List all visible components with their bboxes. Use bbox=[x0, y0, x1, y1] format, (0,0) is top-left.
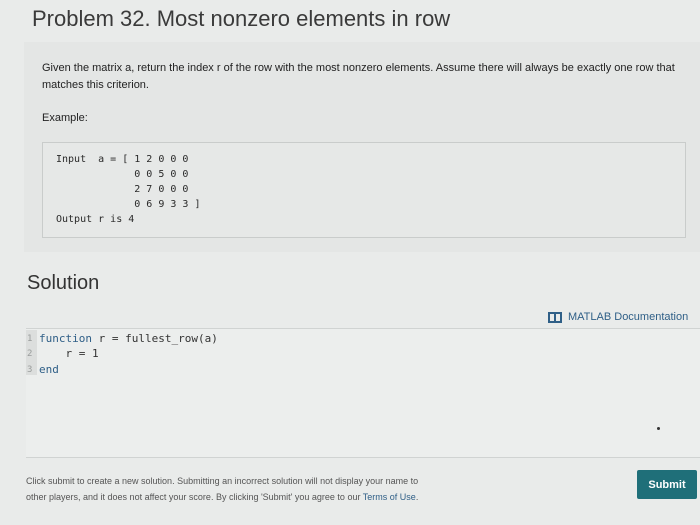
code-keyword: end bbox=[39, 363, 59, 376]
doc-link-label: MATLAB Documentation bbox=[568, 311, 689, 323]
terms-of-use-link[interactable]: Terms of Use bbox=[363, 492, 416, 502]
example-label: Example: bbox=[42, 112, 88, 124]
page-title: Problem 32. Most nonzero elements in row bbox=[32, 6, 451, 31]
code-editor[interactable] bbox=[26, 328, 700, 458]
submit-button[interactable]: Submit bbox=[637, 470, 697, 499]
line-number: 2 bbox=[27, 348, 33, 359]
line-number: 1 bbox=[27, 333, 33, 344]
code-text: r = 1 bbox=[39, 347, 99, 360]
solution-heading: Solution bbox=[27, 272, 100, 294]
submit-notice: Click submit to create a new solution. S… bbox=[26, 473, 426, 505]
code-keyword: function bbox=[39, 332, 92, 345]
code-text: r = fullest_row(a) bbox=[91, 332, 218, 345]
example-code: Input a = [ 1 2 0 0 0 0 0 5 0 0 2 7 0 0 … bbox=[56, 154, 201, 225]
text-cursor bbox=[657, 427, 660, 430]
submit-notice-end: . bbox=[415, 492, 419, 502]
submit-notice-text: Click submit to create a new solution. S… bbox=[26, 476, 419, 502]
code-line[interactable]: 3 end bbox=[27, 362, 59, 377]
problem-description: Given the matrix a, return the index r o… bbox=[42, 62, 675, 91]
matlab-documentation-link[interactable]: MATLAB Documentation bbox=[548, 311, 688, 323]
documentation-icon bbox=[548, 311, 562, 323]
code-line[interactable]: 2 r = 1 bbox=[27, 346, 99, 361]
code-line[interactable]: 1 function r = fullest_row(a) bbox=[27, 331, 218, 346]
line-number: 3 bbox=[27, 364, 33, 375]
